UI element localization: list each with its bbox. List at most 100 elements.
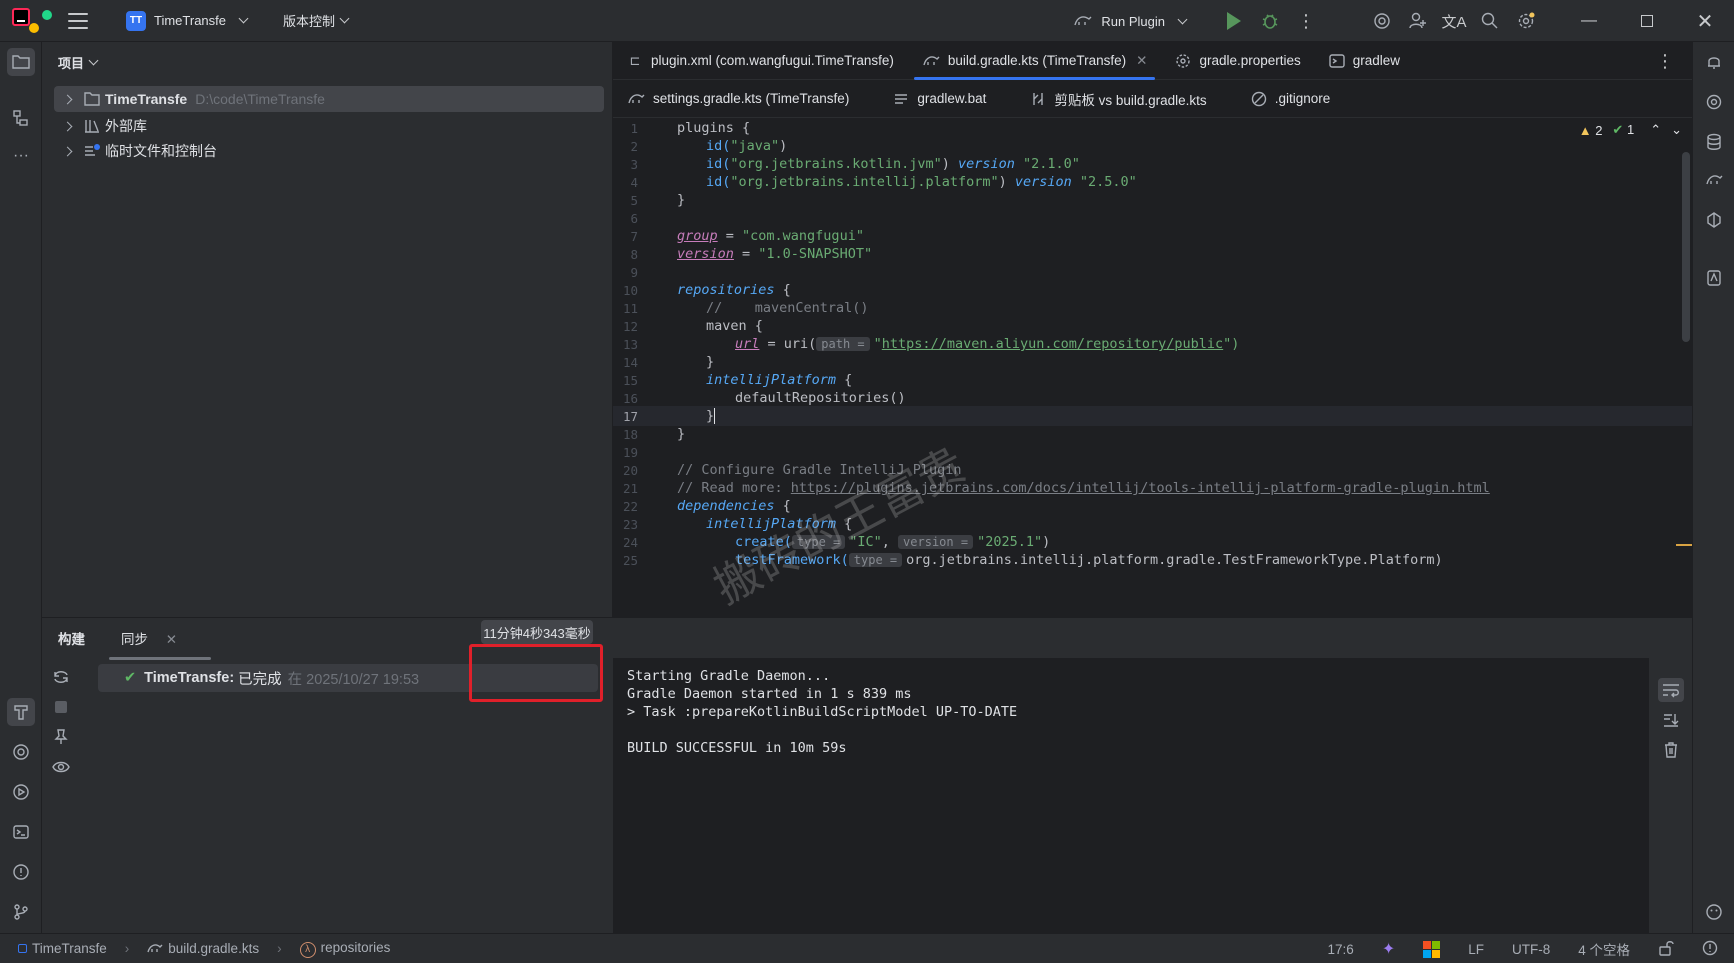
tab-gradlew-bat[interactable]: gradlew.bat [879, 80, 1000, 118]
expand-arrow-icon[interactable] [62, 94, 73, 104]
resync-button[interactable] [50, 666, 72, 688]
code-line: 9 [630, 264, 638, 280]
windows-icon[interactable] [1423, 940, 1441, 958]
translate-button[interactable]: 文A [1436, 3, 1472, 39]
file-encoding[interactable]: UTF-8 [1512, 942, 1550, 957]
code-editor[interactable]: 1 plugins { 2 id("java") 3 id("org.jetbrain… [613, 118, 1692, 617]
tab-settings-gradle-kts[interactable]: settings.gradle.kts (TimeTransfe) [613, 80, 863, 118]
ai-chat-button[interactable] [1700, 88, 1728, 116]
console-line: > Task :prepareKotlinBuildScriptModel UP… [627, 704, 1018, 720]
notifications-button[interactable] [1700, 48, 1728, 76]
problems-tool-button[interactable] [7, 858, 35, 886]
tab-gradlew[interactable]: gradlew [1315, 42, 1414, 80]
tab-gitignore[interactable]: .gitignore [1237, 80, 1345, 118]
vcs-menu[interactable]: 版本控制 [275, 7, 356, 34]
run-button[interactable] [1216, 3, 1252, 39]
git-tool-button[interactable] [7, 898, 35, 926]
soft-wrap-button[interactable] [1658, 678, 1684, 702]
chevron-down-icon [88, 55, 99, 65]
tab-gradle-properties[interactable]: gradle.properties [1161, 42, 1314, 80]
tab-plugin-xml[interactable]: ⊏ plugin.xml (com.wangfugui.TimeTransfe) [613, 42, 908, 80]
help-button[interactable] [1700, 898, 1728, 926]
tree-item-external-libs[interactable]: 外部库 [54, 113, 147, 139]
gradle-tool-button[interactable] [1700, 166, 1728, 194]
editor-tabs-row-2: settings.gradle.kts (TimeTransfe) gradle… [613, 80, 1692, 118]
minimize-button[interactable]: — [1560, 0, 1618, 42]
tab-build[interactable]: 构建 [58, 628, 85, 648]
docs-link[interactable]: https://plugins.jetbrains.com/docs/intel… [791, 480, 1490, 496]
terminal-tool-button[interactable] [7, 818, 35, 846]
stop-button[interactable] [50, 696, 72, 718]
tree-item-scratches[interactable]: 临时文件和控制台 [54, 138, 217, 164]
vcs-label: 版本控制 [283, 14, 336, 29]
code-with-me-button[interactable] [1400, 3, 1436, 39]
tab-clipboard-diff[interactable]: 剪贴板 vs build.gradle.kts [1016, 80, 1220, 118]
more-tools-button[interactable]: ··· [7, 142, 35, 170]
expand-arrow-icon[interactable] [62, 121, 73, 131]
code-line: 20// Configure Gradle IntelliJ Plugin [622, 462, 962, 478]
code-line: 24 create(type = "IC", version = "2025.1") [622, 534, 1051, 550]
tab-label: settings.gradle.kts (TimeTransfe) [653, 91, 850, 106]
project-switcher[interactable]: TT TimeTransfe [118, 7, 255, 35]
smile-icon [1706, 904, 1722, 920]
clear-console-button[interactable] [1658, 738, 1684, 762]
ai-chat-icon [1706, 94, 1722, 110]
build-duration: 11分钟4秒343毫秒 [481, 620, 593, 644]
run-config-label: Run Plugin [1101, 13, 1165, 29]
database-button[interactable] [1700, 128, 1728, 156]
run-tool-button[interactable] [7, 778, 35, 806]
structure-tool-button[interactable] [7, 104, 35, 132]
more-icon: ··· [13, 147, 29, 164]
code-line: 18} [622, 426, 686, 442]
pin-button[interactable] [50, 726, 72, 748]
view-filter-button[interactable] [50, 756, 72, 778]
close-tab-icon[interactable]: ✕ [1136, 53, 1147, 69]
build-tabs: 构建 同步 ✕ [42, 618, 1692, 660]
main-menu-icon[interactable] [68, 12, 88, 29]
close-tab-icon[interactable]: ✕ [166, 632, 177, 647]
tree-item-root[interactable]: TimeTransfe D:\code\TimeTransfe [54, 86, 604, 112]
services-tool-button[interactable] [7, 738, 35, 766]
scroll-to-end-button[interactable] [1658, 708, 1684, 732]
indent-setting[interactable]: 4 个空格 [1578, 939, 1630, 959]
search-button[interactable] [1472, 3, 1508, 39]
debug-button[interactable] [1252, 3, 1288, 39]
caret-position[interactable]: 17:6 [1328, 942, 1354, 957]
project-tool-button[interactable] [7, 48, 35, 76]
breadcrumb-project[interactable]: TimeTransfe [18, 941, 107, 956]
project-panel-header[interactable]: 项目 [42, 42, 612, 82]
problems-indicator[interactable] [1702, 940, 1718, 959]
code-line: 10 repositories { [622, 282, 791, 298]
tab-build-gradle-kts[interactable]: build.gradle.kts (TimeTransfe) ✕ [908, 42, 1162, 80]
copilot-button[interactable] [1700, 206, 1728, 234]
ide-logo-icon[interactable] [12, 7, 52, 34]
soft-wrap-icon [1663, 684, 1679, 698]
tree-item-label: 临时文件和控制台 [105, 143, 217, 159]
ai-status-icon[interactable]: ✦ [1382, 939, 1395, 959]
ai-assistant-button[interactable] [1364, 3, 1400, 39]
ai-assistant-panel-button[interactable] [1700, 264, 1728, 292]
warning-stripe-marker[interactable] [1676, 544, 1692, 546]
refresh-icon [54, 671, 68, 683]
chevron-down-icon [1177, 14, 1188, 24]
breadcrumb-separator: › [277, 941, 282, 956]
more-actions-button[interactable]: ⋮ [1288, 3, 1324, 39]
settings-button[interactable] [1508, 3, 1544, 39]
maximize-button[interactable] [1618, 0, 1676, 42]
more-tabs-icon[interactable]: ⋮ [1656, 51, 1674, 72]
close-window-button[interactable]: ✕ [1676, 0, 1734, 42]
maven-url-link[interactable]: https://maven.aliyun.com/repository/publ… [882, 336, 1223, 352]
code-line: 12 maven { [622, 318, 763, 334]
line-separator[interactable]: LF [1468, 942, 1484, 957]
build-tool-button[interactable] [7, 698, 35, 726]
run-config-selector[interactable]: Run Plugin [1073, 13, 1188, 29]
breadcrumb-file[interactable]: build.gradle.kts [147, 941, 259, 956]
tab-sync[interactable]: 同步 ✕ [108, 628, 212, 660]
editor-scrollbar[interactable] [1682, 152, 1690, 342]
expand-arrow-icon[interactable] [62, 146, 73, 156]
breadcrumb-symbol[interactable]: λ repositories [299, 940, 390, 958]
tab-label: build.gradle.kts (TimeTransfe) [947, 53, 1127, 68]
read-only-toggle[interactable] [1658, 940, 1674, 959]
editor-tabs-row-1: ⊏ plugin.xml (com.wangfugui.TimeTransfe)… [613, 42, 1692, 80]
build-console[interactable]: Starting Gradle Daemon... Gradle Daemon … [613, 658, 1649, 934]
